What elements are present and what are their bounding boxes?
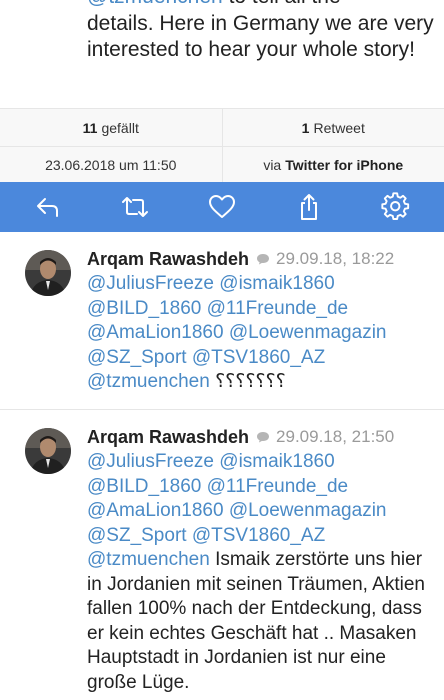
reply-header: Arqam Rawashdeh 29.09.18, 18:22 (87, 248, 437, 270)
retweets-label: Retweet (313, 119, 365, 136)
tweet-text-start: to tell all the (223, 0, 341, 8)
reply-timestamp: 29.09.18, 21:50 (276, 427, 395, 446)
heart-icon (208, 195, 235, 218)
retweet-button[interactable] (105, 182, 165, 232)
author-name[interactable]: Arqam Rawashdeh (87, 249, 249, 270)
reply-body: Arqam Rawashdeh 29.09.18, 21:50 @JuliusF… (87, 426, 437, 695)
reply-message: ؟؟؟؟؟؟؟ (209, 371, 286, 392)
tweet-action-bar (0, 182, 444, 232)
avatar[interactable] (25, 428, 71, 474)
like-button[interactable] (192, 182, 252, 232)
reply-item[interactable]: Arqam Rawashdeh 29.09.18, 21:50 @JuliusF… (0, 410, 444, 700)
reply-bubble-icon (257, 254, 270, 265)
gear-icon (381, 192, 410, 220)
reply-timestamp: 29.09.18, 18:22 (276, 249, 395, 268)
datetime-text: 23.06.2018 um 11:50 (45, 156, 177, 173)
via-prefix: via (263, 156, 282, 173)
tweet-text: @tzmuenchen to tell all the details. Her… (87, 0, 437, 64)
reply-button[interactable] (18, 182, 78, 232)
client-name: Twitter for iPhone (285, 156, 404, 173)
likes-count: 11 (82, 119, 98, 136)
share-icon (301, 194, 318, 220)
likes-stat[interactable]: 11 gefällt (0, 109, 222, 146)
reply-text: @JuliusFreeze @ismaik1860 @BILD_1860 @11… (87, 450, 437, 695)
tweet-client[interactable]: via Twitter for iPhone (221, 147, 444, 182)
reply-message: Ismaik zerstörte uns hier in Jordanien m… (87, 549, 425, 693)
reply-item[interactable]: Arqam Rawashdeh 29.09.18, 18:22 @JuliusF… (0, 232, 444, 410)
likes-label: gefällt (101, 119, 139, 136)
settings-button[interactable] (366, 182, 426, 232)
reply-text: @JuliusFreeze @ismaik1860 @BILD_1860 @11… (87, 272, 437, 395)
retweets-stat[interactable]: 1 Retweet (221, 109, 444, 146)
retweet-icon (121, 197, 148, 217)
tweet-meta: 23.06.2018 um 11:50 via Twitter for iPho… (0, 146, 444, 182)
reply-bubble-icon (257, 432, 270, 443)
reply-icon (36, 198, 58, 217)
reply-header: Arqam Rawashdeh 29.09.18, 21:50 (87, 426, 437, 448)
focused-tweet: @tzmuenchen to tell all the details. Her… (0, 0, 444, 108)
tweet-datetime: 23.06.2018 um 11:50 (0, 147, 222, 182)
avatar[interactable] (25, 250, 71, 296)
tweet-stats: 11 gefällt 1 Retweet (0, 108, 444, 146)
reply-body: Arqam Rawashdeh 29.09.18, 18:22 @JuliusF… (87, 248, 437, 395)
tweet-text-body: details. Here in Germany we are very int… (87, 11, 434, 62)
retweets-count: 1 (301, 119, 310, 136)
author-name[interactable]: Arqam Rawashdeh (87, 427, 249, 448)
share-button[interactable] (279, 182, 339, 232)
tweet-mention[interactable]: @tzmuenchen (87, 0, 223, 8)
